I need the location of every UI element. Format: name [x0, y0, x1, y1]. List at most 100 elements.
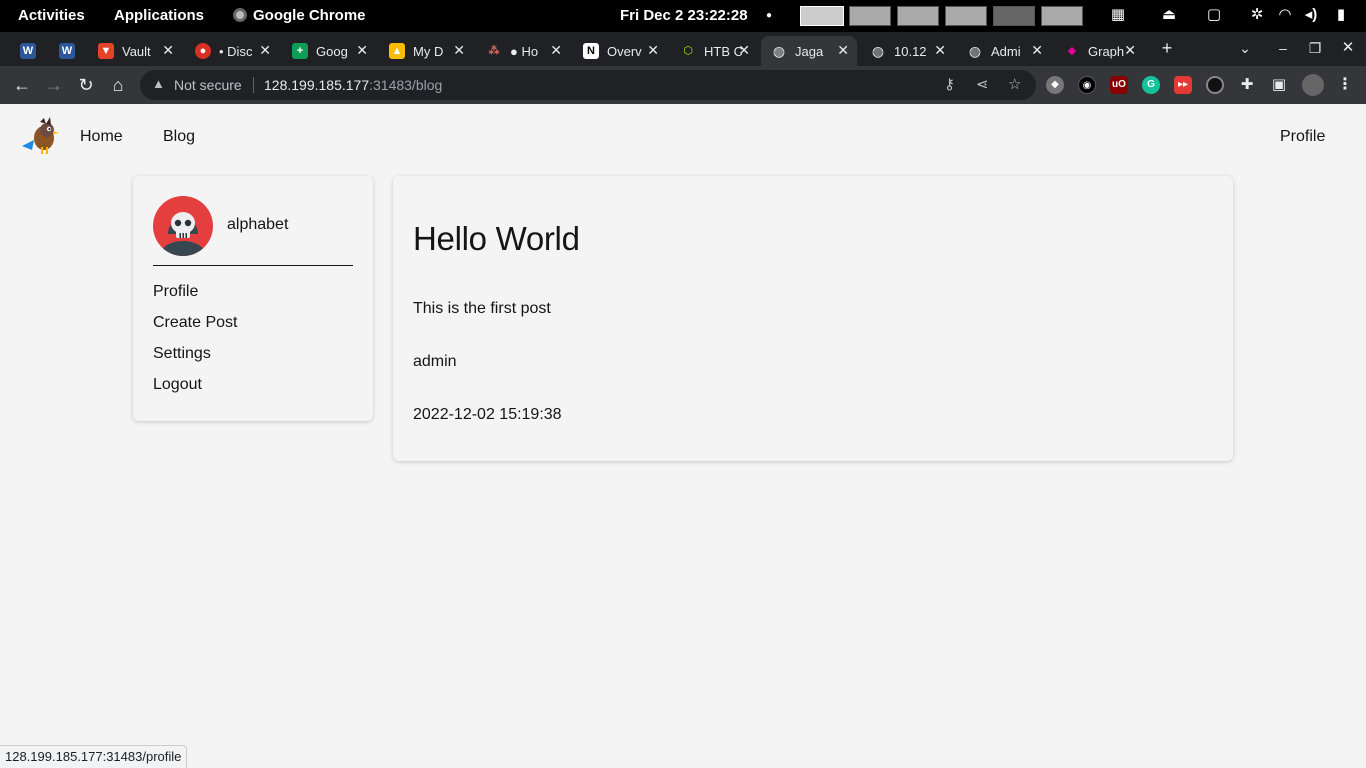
workspace-1[interactable]	[800, 6, 844, 26]
wifi-icon[interactable]: ◠	[1276, 6, 1294, 24]
nav-profile-link[interactable]: Profile	[1280, 128, 1325, 146]
clipboard-icon[interactable]: ▢	[1205, 6, 1223, 24]
tab-title: • Disc	[219, 44, 253, 59]
minimize-icon[interactable]: –	[1271, 36, 1295, 60]
applications-menu[interactable]: Applications	[114, 7, 204, 24]
tab-notion[interactable]: N Overv ✕	[573, 36, 667, 66]
browser-toolbar: ← → ↻ ⌂ ▲ Not secure 128.199.185.177:314…	[0, 66, 1366, 104]
blog-post-card: Hello World This is the first post admin…	[393, 176, 1233, 461]
ublock-icon[interactable]: uO	[1110, 76, 1128, 94]
tab-ip[interactable]: ◍ 10.12 ✕	[860, 36, 954, 66]
tab-title: My D	[413, 44, 444, 59]
battery-icon[interactable]: ▮	[1332, 6, 1350, 24]
omnibox-divider	[253, 77, 254, 93]
tab-vault[interactable]: ▼ Vault ✕	[88, 36, 182, 66]
extensions-puzzle-icon[interactable]: ✚	[1238, 76, 1256, 94]
close-icon[interactable]: ✕	[738, 42, 750, 59]
workspace-4[interactable]	[945, 6, 987, 26]
home-icon[interactable]: ⌂	[106, 73, 130, 97]
post-author: admin	[413, 353, 457, 370]
profile-avatar[interactable]	[1302, 74, 1324, 96]
close-icon[interactable]: ✕	[837, 42, 849, 59]
bookmark-star-icon[interactable]: ☆	[1008, 75, 1021, 93]
tab-word-2[interactable]: W	[49, 36, 85, 66]
eject-icon[interactable]: ⏏	[1160, 6, 1178, 24]
web-page: Home Blog Profile alphabet Profile Creat…	[0, 104, 1366, 768]
workspace-5[interactable]	[993, 6, 1035, 26]
tab-drive[interactable]: ▲ My D ✕	[379, 36, 473, 66]
word-icon: W	[59, 43, 75, 59]
close-icon[interactable]: ✕	[453, 42, 465, 59]
tab-discord[interactable]: ● • Disc ✕	[185, 36, 279, 66]
tab-htb[interactable]: ⬡ HTB C ✕	[670, 36, 758, 66]
activities-button[interactable]: Activities	[18, 7, 85, 24]
url-host: 128.199.185.177	[264, 77, 370, 93]
close-icon[interactable]: ✕	[356, 42, 368, 59]
tab-title: Vault	[122, 44, 151, 59]
clock[interactable]: Fri Dec 2 23:22:28	[620, 7, 748, 24]
post-body: This is the first post	[413, 300, 551, 317]
tab-sheets[interactable]: + Goog ✕	[282, 36, 376, 66]
tab-title: Goog	[316, 44, 348, 59]
tab-title: Overv	[607, 44, 642, 59]
app-menu[interactable]: Google Chrome	[233, 7, 366, 24]
vpn-extension-icon[interactable]: ◉	[1078, 76, 1096, 94]
sidebar-item-logout[interactable]: Logout	[153, 376, 202, 394]
back-arrow-icon[interactable]: ←	[10, 73, 34, 97]
dot-icon: ●	[766, 10, 773, 21]
link-status-bar: 128.199.185.177:31483/profile	[0, 745, 188, 768]
url-path: :31483/blog	[369, 77, 443, 93]
sidebar-item-settings[interactable]: Settings	[153, 345, 211, 363]
media-extension-icon[interactable]: ▸▸	[1174, 76, 1192, 94]
workspace-6[interactable]	[1041, 6, 1083, 26]
nav-home-link[interactable]: Home	[80, 128, 123, 146]
tab-graph[interactable]: ◆ Graph ✕	[1054, 36, 1144, 66]
workspace-3[interactable]	[897, 6, 939, 26]
reload-icon[interactable]: ↻	[74, 73, 98, 97]
tab-title: Admi	[991, 44, 1021, 59]
url-text[interactable]: 128.199.185.177:31483/blog	[264, 77, 442, 93]
close-window-icon[interactable]: ✕	[1336, 36, 1360, 60]
sidebar-item-create-post[interactable]: Create Post	[153, 314, 237, 332]
chrome-icon	[233, 8, 247, 22]
settings-gear-icon[interactable]: ✲	[1248, 6, 1266, 24]
tab-title: ● Ho	[510, 44, 539, 59]
new-tab-icon[interactable]: +	[1155, 36, 1179, 60]
tab-admin[interactable]: ◍ Admi ✕	[957, 36, 1051, 66]
share-icon[interactable]: ⋖	[976, 75, 989, 93]
tab-search-chevron-icon[interactable]: ⌄	[1233, 36, 1257, 60]
chrome-ext-icon: ●	[195, 43, 211, 59]
close-icon[interactable]: ✕	[1031, 42, 1043, 59]
post-title: Hello World	[413, 220, 580, 257]
nav-blog-link[interactable]: Blog	[163, 128, 195, 146]
forward-arrow-icon[interactable]: →	[42, 73, 66, 97]
volume-icon[interactable]: ◂)	[1302, 6, 1320, 24]
tab-word-1[interactable]: W	[10, 36, 46, 66]
address-bar[interactable]: ▲ Not secure 128.199.185.177:31483/blog …	[140, 70, 1036, 100]
close-icon[interactable]: ✕	[162, 42, 174, 59]
close-icon[interactable]: ✕	[647, 42, 659, 59]
kebab-menu-icon[interactable]: ⋮	[1336, 76, 1354, 94]
security-label[interactable]: Not secure	[174, 77, 242, 93]
tab-title: 10.12	[894, 44, 927, 59]
tab-asana[interactable]: ⁂ ● Ho ✕	[476, 36, 570, 66]
circle-extension-icon[interactable]	[1206, 76, 1224, 94]
site-logo[interactable]	[20, 116, 60, 156]
close-icon[interactable]: ✕	[259, 42, 271, 59]
sidebar-username: alphabet	[227, 216, 289, 233]
side-panel-icon[interactable]: ▣	[1270, 76, 1288, 94]
window-layout-icon[interactable]: ▦	[1109, 6, 1127, 24]
warning-icon[interactable]: ▲	[152, 76, 165, 91]
app-name: Google Chrome	[253, 7, 366, 24]
close-icon[interactable]: ✕	[1124, 42, 1136, 59]
htb-icon: ⬡	[683, 45, 693, 57]
grammarly-icon[interactable]: G	[1142, 76, 1160, 94]
close-icon[interactable]: ✕	[550, 42, 562, 59]
close-icon[interactable]: ✕	[934, 42, 946, 59]
tab-jaga-active[interactable]: ◍ Jaga ✕	[761, 36, 857, 66]
workspace-2[interactable]	[849, 6, 891, 26]
shield-extension-icon[interactable]: ◆	[1046, 76, 1064, 94]
sidebar-item-profile[interactable]: Profile	[153, 283, 198, 301]
key-icon[interactable]: ⚷	[944, 75, 955, 93]
restore-icon[interactable]: ❐	[1303, 36, 1327, 60]
